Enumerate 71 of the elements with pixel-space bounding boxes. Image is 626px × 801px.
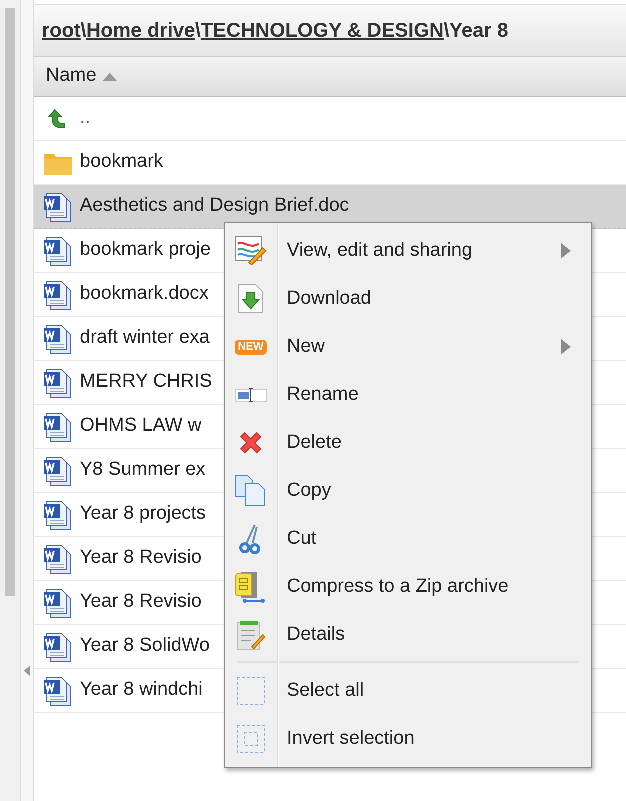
word-document-icon <box>42 454 74 486</box>
menu-item-label: Copy <box>287 478 332 503</box>
file-name: Year 8 Revisio <box>80 590 202 614</box>
file-name: Y8 Summer ex <box>80 458 206 482</box>
menu-item-label: Compress to a Zip archive <box>287 574 510 599</box>
word-document-icon <box>42 410 74 442</box>
download-icon <box>238 284 264 314</box>
file-name: bookmark <box>80 150 164 174</box>
word-document-icon <box>42 630 74 662</box>
file-name: OHMS LAW w <box>80 414 202 438</box>
file-name: Year 8 Revisio <box>80 546 202 570</box>
word-document-icon <box>42 366 74 398</box>
file-name: draft winter exa <box>80 326 210 350</box>
file-name: Year 8 windchi <box>80 678 203 702</box>
dashed-square-icon <box>236 676 266 706</box>
path-separator: \ <box>195 18 201 44</box>
word-document-icon <box>42 278 74 310</box>
menu-item-label: Invert selection <box>287 726 416 751</box>
menu-item[interactable]: Rename <box>225 371 591 419</box>
collapse-panel-handle[interactable] <box>20 0 34 801</box>
collapse-arrow-icon <box>24 666 30 676</box>
word-document-icon <box>42 234 74 266</box>
menu-item-label: Cut <box>287 526 318 551</box>
menu-item[interactable]: Select all <box>225 667 591 715</box>
word-document-icon <box>42 498 74 530</box>
breadcrumb-link[interactable]: TECHNOLOGY & DESIGN <box>200 16 444 46</box>
menu-item-label: Download <box>287 286 372 311</box>
menu-item-label: Details <box>287 622 346 647</box>
file-name: Aesthetics and Design Brief.doc <box>80 194 350 218</box>
notes-pencil-icon <box>236 619 266 651</box>
menu-item-label: View, edit and sharing <box>287 238 474 263</box>
menu-item-label: Select all <box>287 678 366 703</box>
word-document-icon <box>42 674 74 706</box>
rename-field-icon <box>235 387 267 403</box>
path-separator: \ <box>444 18 450 44</box>
menu-item-label: Delete <box>287 430 343 455</box>
word-document-icon <box>42 586 74 618</box>
menu-item-label: Rename <box>287 382 360 407</box>
breadcrumb-link[interactable]: root <box>42 16 81 46</box>
new-badge-icon: NEW <box>235 340 267 354</box>
file-name: Year 8 SolidWo <box>80 634 210 658</box>
menu-item[interactable]: Invert selection <box>225 715 591 763</box>
breadcrumb-link[interactable]: Home drive <box>86 16 196 46</box>
scrollbar-thumb[interactable] <box>5 8 15 596</box>
column-header-label: Name <box>46 64 97 88</box>
menu-item[interactable]: Copy <box>225 467 591 515</box>
file-name: bookmark.docx <box>80 282 209 306</box>
archive-icon <box>235 570 267 604</box>
file-name: Year 8 projects <box>80 502 206 526</box>
file-name: bookmark proje <box>80 238 211 262</box>
path-separator: \ <box>80 18 86 44</box>
word-document-icon <box>42 190 74 222</box>
menu-item[interactable]: Delete <box>225 419 591 467</box>
chart-pencil-icon <box>235 236 267 266</box>
word-document-icon <box>42 322 74 354</box>
scissors-icon <box>239 523 263 555</box>
copy-icon <box>235 475 267 507</box>
file-row[interactable]: Aesthetics and Design Brief.doc <box>34 185 626 229</box>
menu-item[interactable]: Download <box>225 275 591 323</box>
nested-dashed-squares-icon <box>236 724 266 754</box>
word-document-icon <box>42 542 74 574</box>
file-name: .. <box>80 106 91 130</box>
breadcrumb-current: Year 8 <box>450 18 508 44</box>
menu-item[interactable]: Compress to a Zip archive <box>225 563 591 611</box>
menu-item[interactable]: NEW New <box>225 323 591 371</box>
file-name: MERRY CHRIS <box>80 370 212 394</box>
menu-item[interactable]: Cut <box>225 515 591 563</box>
column-header[interactable]: Name <box>34 57 626 97</box>
menu-item[interactable]: View, edit and sharing <box>225 227 591 275</box>
menu-item[interactable]: Details <box>225 611 591 659</box>
menu-item-label: New <box>287 334 326 359</box>
